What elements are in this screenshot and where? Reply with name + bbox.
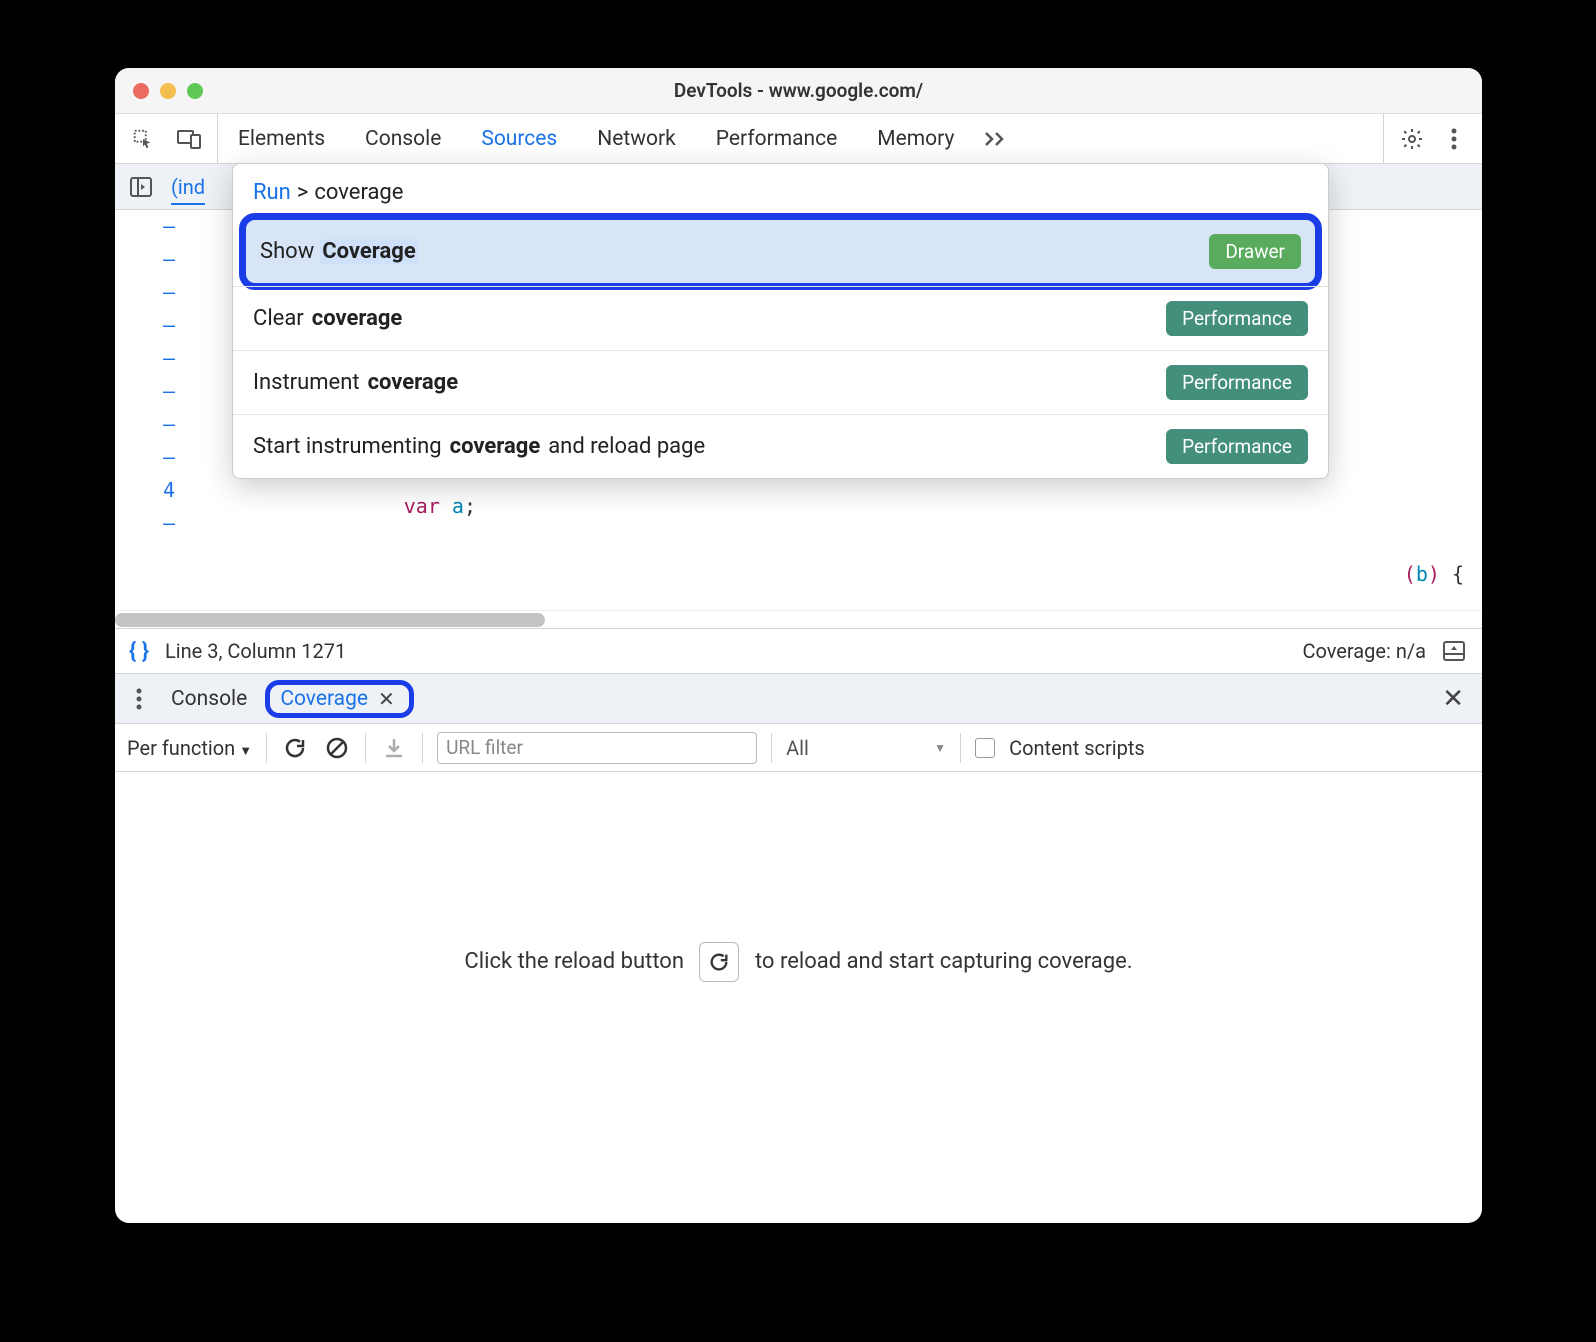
code-keyword: var	[404, 494, 440, 518]
type-filter-label: All	[786, 736, 809, 760]
granularity-dropdown[interactable]: Per function	[127, 736, 252, 760]
command-badge: Performance	[1166, 365, 1308, 400]
inspect-tools	[115, 114, 218, 163]
drawer-kebab-icon[interactable]	[125, 685, 153, 713]
gutter-line-number: 4	[115, 474, 175, 507]
settings-gear-icon[interactable]	[1398, 125, 1426, 153]
gutter-fold: –	[115, 276, 175, 309]
tabs-overflow-button[interactable]	[974, 131, 1018, 147]
command-badge: Performance	[1166, 301, 1308, 336]
command-run-label: Run	[253, 180, 291, 205]
command-item-clear-coverage[interactable]: Clear coverage Performance	[233, 286, 1328, 350]
cmd-text-match: coverage	[366, 370, 461, 395]
command-badge: Performance	[1166, 429, 1308, 464]
window-close-button[interactable]	[133, 83, 149, 99]
drawer-tab-coverage[interactable]: Coverage ✕	[265, 680, 414, 718]
cmd-text-before: Clear	[253, 306, 304, 331]
gutter-fold: –	[115, 342, 175, 375]
window-title: DevTools - www.google.com/	[115, 79, 1482, 102]
empty-text-post: to reload and start capturing coverage.	[755, 949, 1133, 974]
drawer-tab-coverage-label: Coverage	[280, 687, 368, 711]
tab-memory[interactable]: Memory	[857, 114, 974, 163]
empty-text-pre: Click the reload button	[464, 949, 684, 974]
cmd-text-before: Instrument	[253, 370, 360, 395]
inspect-element-icon[interactable]	[129, 125, 157, 153]
window-zoom-button[interactable]	[187, 83, 203, 99]
gutter-fold: –	[115, 408, 175, 441]
gutter-fold: –	[115, 441, 175, 474]
coverage-status: Coverage: n/a	[1302, 639, 1426, 663]
command-item-show-coverage[interactable]: Show Coverage Drawer	[239, 213, 1322, 290]
separator	[771, 733, 772, 763]
separator	[266, 733, 267, 763]
main-tabbar: Elements Console Sources Network Perform…	[115, 114, 1482, 164]
content-scripts-checkbox[interactable]	[975, 738, 995, 758]
tab-performance[interactable]: Performance	[696, 114, 857, 163]
coverage-toolbar: Per function URL filter All ▼ Content sc…	[115, 724, 1482, 772]
command-menu-header: Run >coverage	[233, 164, 1328, 217]
open-file-tab[interactable]: (ind	[171, 175, 205, 205]
scrollbar-thumb[interactable]	[115, 613, 545, 627]
reload-button-inline[interactable]	[699, 942, 739, 982]
gutter-fold: –	[115, 210, 175, 243]
tab-sources[interactable]: Sources	[461, 114, 577, 163]
editor-status-bar: { } Line 3, Column 1271 Coverage: n/a	[115, 628, 1482, 674]
navigator-toggle-icon[interactable]	[127, 173, 155, 201]
content-scripts-label: Content scripts	[1009, 736, 1145, 760]
drawer-tab-console[interactable]: Console	[163, 683, 255, 715]
close-icon[interactable]: ✕	[374, 687, 399, 711]
gutter-fold: –	[115, 243, 175, 276]
code-tail: ;	[464, 494, 476, 518]
separator	[960, 733, 961, 763]
cmd-text-match: coverage	[310, 306, 405, 331]
cmd-text-before: Start instrumenting	[253, 434, 442, 459]
tab-console[interactable]: Console	[345, 114, 461, 163]
cmd-text-match: Coverage	[320, 239, 417, 264]
separator	[422, 733, 423, 763]
pretty-print-icon[interactable]: { }	[129, 639, 149, 664]
cmd-text-after: and reload page	[548, 434, 705, 459]
command-item-instrument-coverage[interactable]: Instrument coverage Performance	[233, 350, 1328, 414]
window-minimize-button[interactable]	[160, 83, 176, 99]
url-filter-input[interactable]: URL filter	[437, 732, 757, 764]
reload-icon[interactable]	[281, 734, 309, 762]
separator	[365, 733, 366, 763]
gutter-fold: –	[115, 309, 175, 342]
editor-gutter: – – – – – – – – 4 –	[115, 210, 187, 610]
traffic-lights	[115, 83, 203, 99]
command-item-start-instrumenting[interactable]: Start instrumenting coverage and reload …	[233, 414, 1328, 478]
drawer-tabbar: Console Coverage ✕ ✕	[115, 674, 1482, 724]
window-titlebar: DevTools - www.google.com/	[115, 68, 1482, 114]
code-fragment: (b) {	[1404, 562, 1464, 586]
coverage-empty-state: Click the reload button to reload and st…	[115, 772, 1482, 1223]
devtools-window: DevTools - www.google.com/ Elements Cons…	[115, 68, 1482, 1223]
cmd-text-before: Show	[260, 239, 314, 264]
gutter-fold: –	[115, 507, 175, 540]
kebab-menu-icon[interactable]	[1440, 125, 1468, 153]
cmd-text-match: coverage	[448, 434, 543, 459]
clear-icon[interactable]	[323, 734, 351, 762]
command-query-prefix: >	[297, 180, 309, 205]
horizontal-scrollbar[interactable]	[115, 610, 1482, 628]
sidebar-toggle-icon[interactable]	[1440, 637, 1468, 665]
code-identifier: a	[452, 494, 464, 518]
command-query-input[interactable]: coverage	[314, 180, 403, 205]
drawer-close-icon[interactable]: ✕	[1434, 684, 1472, 714]
device-toggle-icon[interactable]	[175, 125, 203, 153]
gutter-fold: –	[115, 375, 175, 408]
tab-network[interactable]: Network	[577, 114, 696, 163]
export-icon[interactable]	[380, 734, 408, 762]
command-list: Show Coverage Drawer Clear coverage Perf…	[233, 213, 1328, 478]
cursor-position: Line 3, Column 1271	[165, 639, 346, 663]
command-badge: Drawer	[1209, 234, 1301, 269]
command-menu: Run >coverage Show Coverage Drawer Clear…	[232, 163, 1329, 479]
tab-elements[interactable]: Elements	[218, 114, 345, 163]
url-filter-placeholder: URL filter	[446, 736, 523, 759]
type-filter-dropdown[interactable]: All ▼	[786, 736, 946, 760]
